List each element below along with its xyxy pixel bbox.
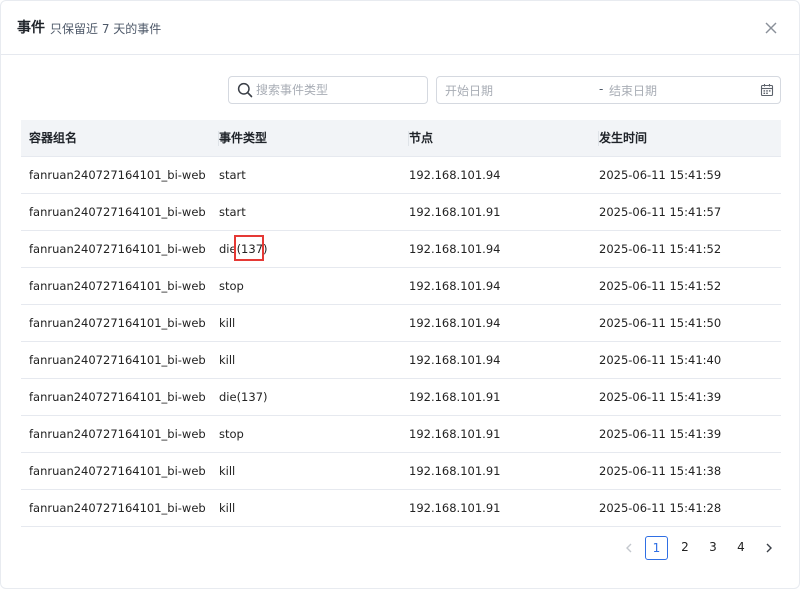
events-dialog: 事件 只保留近 7 天的事件 开始日期 - 结束日期 — [0, 0, 800, 589]
search-icon — [237, 82, 253, 98]
cell-event-type: start — [219, 205, 246, 219]
cell-node: 192.168.101.94 — [409, 316, 501, 330]
table-row: fanruan240727164101_bi-web kill 192.168.10… — [21, 305, 781, 342]
cell-time: 2025-06-11 15:41:40 — [599, 353, 722, 367]
cell-node: 192.168.101.94 — [409, 353, 501, 367]
cell-event-type: die(137) — [219, 390, 268, 404]
cell-node: 192.168.101.94 — [409, 168, 501, 182]
cell-time: 2025-06-11 15:41:38 — [599, 464, 722, 478]
cell-time: 2025-06-11 15:41:39 — [599, 390, 722, 404]
cell-time: 2025-06-11 15:41:59 — [599, 168, 722, 182]
search-box — [228, 76, 428, 104]
date-start-field[interactable]: 开始日期 — [445, 82, 493, 99]
page-button-3[interactable]: 3 — [705, 536, 721, 560]
calendar-icon[interactable] — [760, 83, 774, 97]
cell-node: 192.168.101.91 — [409, 501, 501, 515]
table-header: 容器组名 事件类型 节点 发生时间 — [21, 120, 781, 157]
cell-event-type: kill — [219, 501, 236, 515]
table-row: fanruan240727164101_bi-web kill 192.168.10… — [21, 342, 781, 379]
cell-container-group: fanruan240727164101_bi-web — [29, 390, 206, 404]
cell-container-group: fanruan240727164101_bi-web — [29, 316, 206, 330]
cell-event-type: die(137) — [219, 242, 268, 256]
date-range-picker[interactable]: 开始日期 - 结束日期 — [436, 76, 781, 104]
cell-container-group: fanruan240727164101_bi-web — [29, 464, 206, 478]
column-header-container-group: 容器组名 — [29, 120, 219, 157]
search-input[interactable] — [256, 80, 421, 100]
cell-time: 2025-06-11 15:41:57 — [599, 205, 722, 219]
cell-node: 192.168.101.94 — [409, 242, 501, 256]
dialog-subtitle: 只保留近 7 天的事件 — [50, 22, 162, 36]
page-button-2[interactable]: 2 — [677, 536, 693, 560]
date-end-field[interactable]: 结束日期 — [609, 82, 657, 99]
table-row: fanruan240727164101_bi-web kill 192.168.10… — [21, 453, 781, 490]
cell-node: 192.168.101.91 — [409, 390, 501, 404]
cell-node: 192.168.101.91 — [409, 205, 501, 219]
cell-container-group: fanruan240727164101_bi-web — [29, 501, 206, 515]
next-page-button[interactable] — [761, 536, 777, 560]
cell-container-group: fanruan240727164101_bi-web — [29, 427, 206, 441]
chevron-left-icon — [626, 543, 632, 553]
cell-event-type: stop — [219, 279, 244, 293]
cell-container-group: fanruan240727164101_bi-web — [29, 242, 206, 256]
table-row: fanruan240727164101_bi-web start 192.168.1… — [21, 194, 781, 231]
table-row: fanruan240727164101_bi-web kill 192.168.10… — [21, 490, 781, 527]
cell-container-group: fanruan240727164101_bi-web — [29, 168, 206, 182]
page-button-4[interactable]: 4 — [733, 536, 749, 560]
table-row: fanruan240727164101_bi-web start 192.168.1… — [21, 157, 781, 194]
chevron-right-icon — [766, 543, 772, 553]
dialog-title: 事件 — [17, 20, 45, 36]
column-header-node: 节点 — [409, 120, 599, 157]
cell-container-group: fanruan240727164101_bi-web — [29, 353, 206, 367]
cell-time: 2025-06-11 15:41:28 — [599, 501, 722, 515]
cell-time: 2025-06-11 15:41:39 — [599, 427, 722, 441]
column-header-time: 发生时间 — [599, 131, 648, 145]
table-body: fanruan240727164101_bi-web start 192.168.1… — [21, 157, 781, 527]
cell-node: 192.168.101.91 — [409, 427, 501, 441]
cell-time: 2025-06-11 15:41:52 — [599, 242, 722, 256]
table-row: fanruan240727164101_bi-web stop 192.168.10… — [21, 416, 781, 453]
cell-event-type: kill — [219, 353, 236, 367]
cell-time: 2025-06-11 15:41:50 — [599, 316, 722, 330]
events-table: 容器组名 事件类型 节点 发生时间 fanruan240727164101_bi… — [21, 120, 781, 527]
cell-node: 192.168.101.94 — [409, 279, 501, 293]
cell-container-group: fanruan240727164101_bi-web — [29, 205, 206, 219]
cell-node: 192.168.101.91 — [409, 464, 501, 478]
prev-page-button[interactable] — [621, 536, 637, 560]
table-row: fanruan240727164101_bi-web die(137) 192.16… — [21, 379, 781, 416]
table-row: fanruan240727164101_bi-web die(137) 192.16… — [21, 231, 781, 268]
cell-event-type: kill — [219, 316, 236, 330]
cell-time: 2025-06-11 15:41:52 — [599, 279, 722, 293]
dialog-header: 事件 只保留近 7 天的事件 — [1, 1, 800, 55]
cell-event-type: stop — [219, 427, 244, 441]
cell-event-type: kill — [219, 464, 236, 478]
table-row: fanruan240727164101_bi-web stop 192.168.10… — [21, 268, 781, 305]
date-separator: - — [599, 82, 604, 96]
cell-event-type: start — [219, 168, 246, 182]
cell-container-group: fanruan240727164101_bi-web — [29, 279, 206, 293]
page-button-1[interactable]: 1 — [645, 536, 668, 560]
close-icon — [765, 22, 777, 34]
column-header-event-type: 事件类型 — [219, 120, 409, 157]
close-button[interactable] — [761, 18, 781, 38]
